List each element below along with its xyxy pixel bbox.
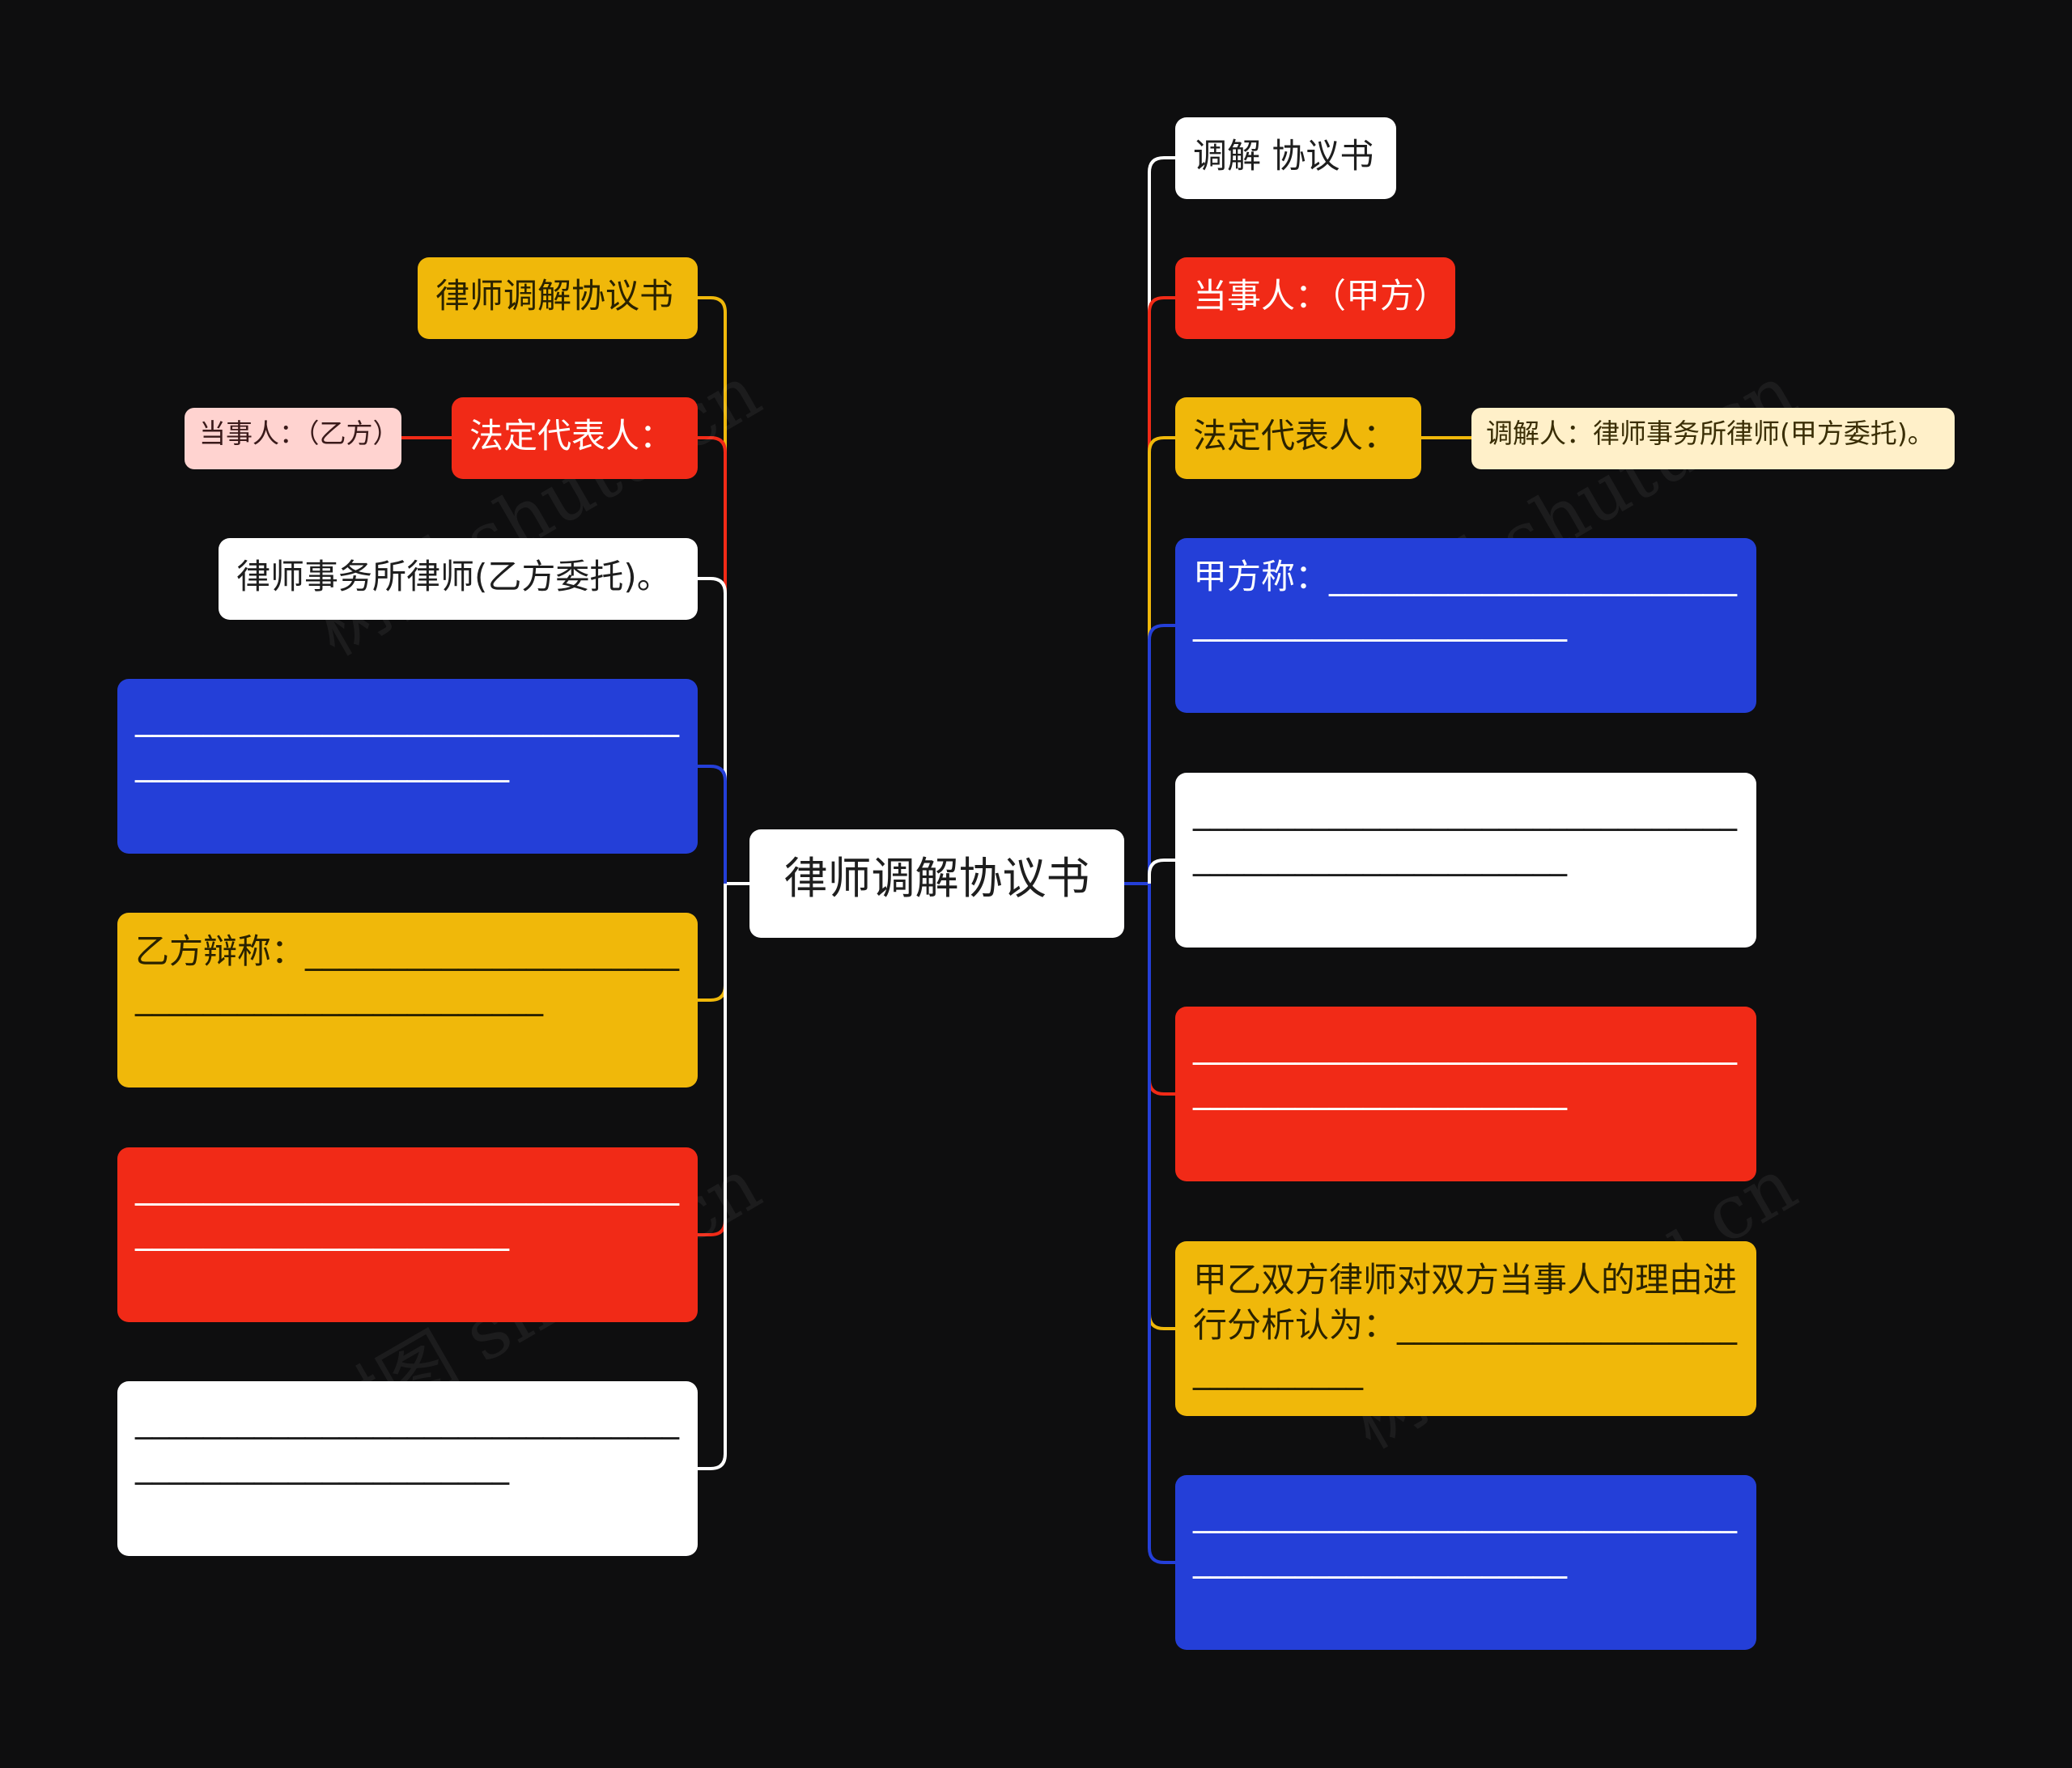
left-node-blank-white[interactable]: ________________________________________… xyxy=(117,1381,698,1556)
left-node-blank-red[interactable]: ________________________________________… xyxy=(117,1147,698,1322)
right-node-blank-red[interactable]: ________________________________________… xyxy=(1175,1007,1756,1181)
right-node-claim-a[interactable]: 甲方称：____________________________________… xyxy=(1175,538,1756,713)
right-link-6 xyxy=(1148,884,1175,1330)
left-node-party-b[interactable]: 当事人：（乙方） xyxy=(185,408,401,469)
right-link-4 xyxy=(1148,859,1175,884)
right-link-2 xyxy=(1148,436,1175,884)
left-link-1 xyxy=(698,436,727,884)
right-node-legal-rep[interactable]: 法定代表人： xyxy=(1175,397,1421,479)
left-node-defense[interactable]: 乙方辩称：___________________________________… xyxy=(117,913,698,1088)
right-node-party-a[interactable]: 当事人：（甲方） xyxy=(1175,257,1455,339)
right-link-5 xyxy=(1148,884,1175,1096)
right-link-1 xyxy=(1148,296,1175,884)
right-node-mediator[interactable]: 调解人：律师事务所律师(甲方委托)。 xyxy=(1471,408,1955,469)
right-node-blank-white[interactable]: ________________________________________… xyxy=(1175,773,1756,948)
left-node-blank-blue[interactable]: ________________________________________… xyxy=(117,679,698,854)
right-link-7 xyxy=(1148,884,1175,1564)
mindmap-canvas: 树图 shutu.cn 树图 shutu.cn 树图 shutu.cn 树图 s… xyxy=(0,0,2072,1768)
left-link-5 xyxy=(698,884,727,1236)
left-link-4 xyxy=(698,884,727,1002)
right-link-0 xyxy=(1148,156,1175,884)
right-node-title[interactable]: 调解 协议书 xyxy=(1175,117,1396,199)
right-node-blank-blue[interactable]: ________________________________________… xyxy=(1175,1475,1756,1650)
left-node-title[interactable]: 律师调解协议书 xyxy=(418,257,698,339)
left-link-2 xyxy=(698,577,727,884)
left-link-0 xyxy=(698,296,727,884)
root-topic[interactable]: 律师调解协议书 xyxy=(749,829,1124,938)
right-node-analysis[interactable]: 甲乙双方律师对双方当事人的理由进行分析认为：__________________… xyxy=(1175,1241,1756,1416)
left-link-3 xyxy=(698,765,727,884)
right-link-3 xyxy=(1148,624,1175,884)
left-node-legal-rep[interactable]: 法定代表人： xyxy=(452,397,698,479)
left-link-6 xyxy=(698,884,727,1470)
left-node-lawyer-b[interactable]: 律师事务所律师(乙方委托)。 xyxy=(219,538,698,620)
